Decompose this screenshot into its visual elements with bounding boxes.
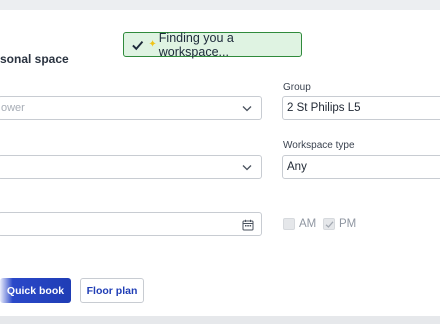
workspace-type-value: Any	[287, 161, 307, 173]
date-input[interactable]	[0, 212, 262, 236]
sparkle-icon: ✦	[148, 39, 157, 50]
group-select-value: 2 St Philips L5	[287, 102, 361, 114]
workspace-type-label: Workspace type	[283, 140, 355, 151]
building-select[interactable]: ower	[0, 96, 262, 120]
checkmark-icon	[325, 221, 334, 228]
bottom-backdrop	[0, 316, 440, 324]
chevron-down-icon	[242, 165, 252, 171]
top-backdrop	[0, 0, 440, 10]
am-label: AM	[299, 218, 317, 230]
am-checkbox[interactable]	[283, 218, 295, 230]
calendar-icon[interactable]	[242, 219, 254, 231]
building-select-value: ower	[1, 102, 25, 114]
status-toast: ✦ Finding you a workspace...	[123, 30, 302, 59]
group-select[interactable]: 2 St Philips L5	[282, 96, 440, 120]
group-label: Group	[283, 82, 311, 93]
check-icon	[132, 40, 144, 50]
toast-message: Finding you a workspace...	[158, 30, 234, 59]
chevron-down-icon	[242, 106, 252, 112]
pm-checkbox[interactable]	[323, 218, 335, 230]
pm-checkbox-group[interactable]: PM	[323, 218, 356, 230]
pm-label: PM	[339, 218, 357, 230]
floor-plan-button[interactable]: Floor plan	[80, 278, 144, 303]
quick-book-button[interactable]: Quick book	[0, 278, 71, 303]
section-title: sonal space	[0, 52, 69, 66]
floor-select[interactable]	[0, 155, 262, 179]
workspace-type-select[interactable]: Any	[282, 155, 440, 179]
am-checkbox-group[interactable]: AM	[283, 218, 316, 230]
